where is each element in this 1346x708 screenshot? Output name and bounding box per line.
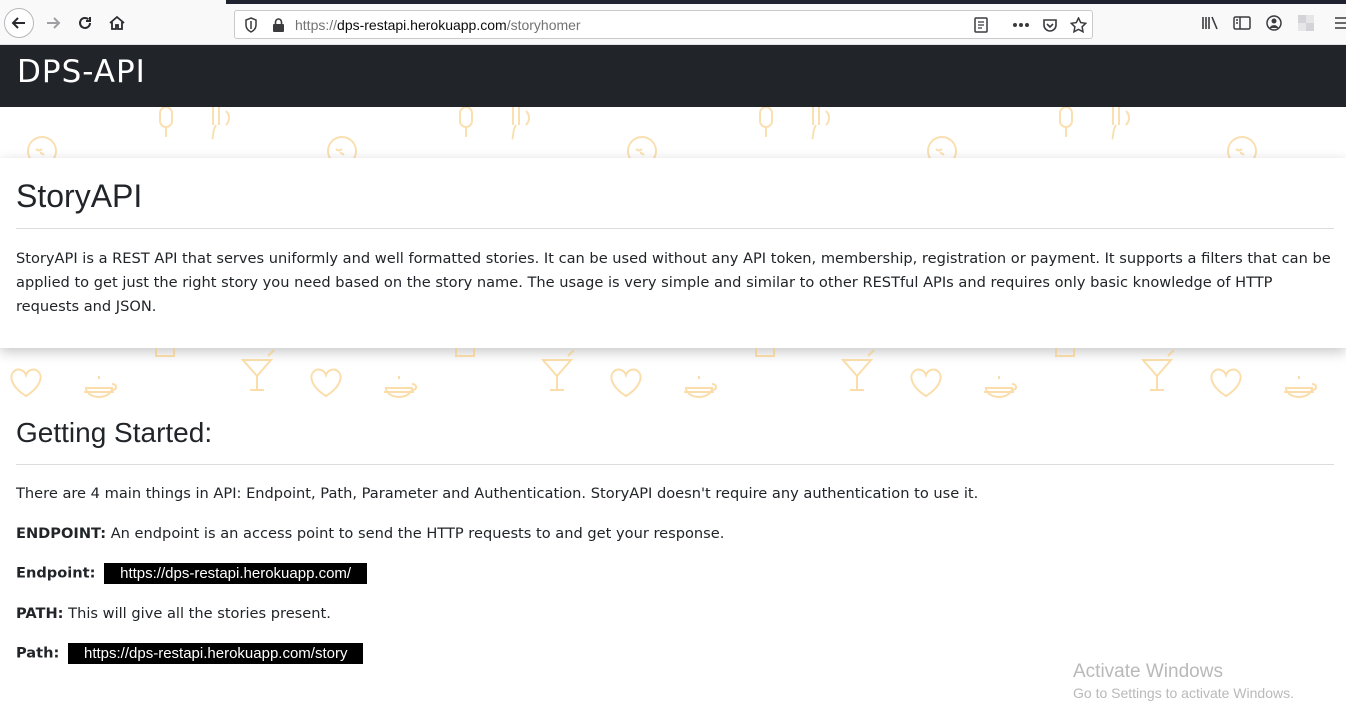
endpoint-url-code[interactable]: https://dps-restapi.herokuapp.com/ bbox=[104, 563, 368, 584]
path-heading: PATH: bbox=[16, 605, 64, 622]
more-icon[interactable] bbox=[1011, 15, 1031, 35]
path-label: Path: bbox=[16, 644, 60, 662]
endpoint-description-row: ENDPOINT: An endpoint is an access point… bbox=[16, 525, 724, 542]
site-navbar: DPS-API bbox=[0, 45, 1346, 107]
extension-icon[interactable] bbox=[1295, 12, 1317, 34]
url-scheme: https:// bbox=[295, 17, 338, 33]
section-divider bbox=[16, 464, 1334, 465]
tab-strip-edge bbox=[226, 0, 1346, 4]
getting-started-summary: There are 4 main things in API: Endpoint… bbox=[16, 485, 979, 502]
intro-jumbotron: StoryAPI StoryAPI is a REST API that ser… bbox=[0, 158, 1346, 348]
activate-windows-subtitle: Go to Settings to activate Windows. bbox=[1073, 685, 1294, 701]
home-icon[interactable] bbox=[102, 8, 132, 38]
shield-icon[interactable] bbox=[241, 15, 261, 35]
address-bar[interactable]: https://dps-restapi.herokuapp.com/storyh… bbox=[234, 10, 1093, 39]
url-host: dps-restapi.herokuapp.com bbox=[337, 17, 507, 33]
section-title-getting-started: Getting Started: bbox=[16, 417, 213, 448]
sidebar-icon[interactable] bbox=[1231, 12, 1253, 34]
endpoint-row: Endpoint: https://dps-restapi.herokuapp.… bbox=[16, 563, 368, 584]
path-row: Path: https://dps-restapi.herokuapp.com/… bbox=[16, 643, 364, 664]
page-title: StoryAPI bbox=[16, 178, 143, 214]
path-url-code[interactable]: https://dps-restapi.herokuapp.com/story bbox=[68, 643, 364, 664]
back-icon[interactable] bbox=[4, 8, 34, 38]
url-text[interactable]: https://dps-restapi.herokuapp.com/storyh… bbox=[295, 17, 581, 33]
menu-icon[interactable] bbox=[1330, 12, 1346, 34]
lock-icon[interactable] bbox=[268, 15, 288, 35]
browser-toolbar: https://dps-restapi.herokuapp.com/storyh… bbox=[0, 0, 1346, 45]
url-path: /storyhomer bbox=[506, 17, 581, 33]
endpoint-label: Endpoint: bbox=[16, 564, 96, 582]
doodle-pattern-bottom bbox=[0, 348, 1346, 400]
path-description-row: PATH: This will give all the stories pre… bbox=[16, 605, 331, 622]
library-icon[interactable] bbox=[1199, 12, 1221, 34]
reader-view-icon[interactable] bbox=[971, 15, 991, 35]
title-divider bbox=[16, 228, 1334, 229]
intro-description: StoryAPI is a REST API that serves unifo… bbox=[16, 250, 1331, 315]
endpoint-heading: ENDPOINT: bbox=[16, 525, 107, 542]
forward-icon[interactable] bbox=[38, 8, 68, 38]
reload-icon[interactable] bbox=[70, 8, 100, 38]
account-icon[interactable] bbox=[1263, 12, 1285, 34]
endpoint-description: An endpoint is an access point to send t… bbox=[110, 525, 725, 542]
activate-windows-title: Activate Windows bbox=[1073, 661, 1223, 682]
bookmark-star-icon[interactable] bbox=[1068, 15, 1088, 35]
brand-logo[interactable]: DPS-API bbox=[17, 54, 146, 90]
doodle-pattern-top bbox=[0, 107, 1346, 158]
pocket-icon[interactable] bbox=[1040, 15, 1060, 35]
path-description: This will give all the stories present. bbox=[68, 605, 331, 622]
